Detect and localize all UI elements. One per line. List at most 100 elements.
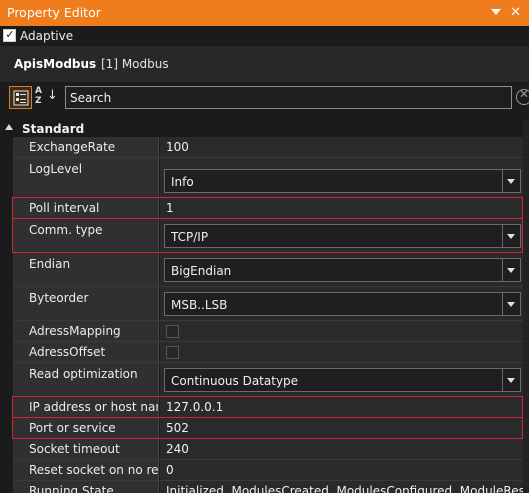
property-name: Endian <box>13 253 159 286</box>
adaptive-row: ✓ Adaptive <box>0 26 529 46</box>
combobox-value: Continuous Datatype <box>171 374 299 388</box>
categorized-view-button[interactable] <box>9 86 32 109</box>
property-value[interactable]: MSB..LSB <box>160 287 529 320</box>
property-value[interactable]: 1 <box>160 198 529 218</box>
clear-search-icon[interactable]: ✕ <box>516 87 529 105</box>
property-value-text: 240 <box>166 442 189 456</box>
search-placeholder: Search <box>70 91 112 105</box>
search-input[interactable]: Search <box>65 86 512 109</box>
property-name-text: ExchangeRate <box>29 140 116 154</box>
property-value[interactable]: Initialized, ModulesCreated, ModulesConf… <box>160 481 529 493</box>
property-value[interactable] <box>160 321 529 341</box>
property-value[interactable]: 100 <box>160 137 529 157</box>
property-name-text: AdressOffset <box>29 345 106 359</box>
close-icon[interactable]: ✕ <box>510 0 521 26</box>
property-name-text: Read optimization <box>29 367 138 381</box>
property-combobox[interactable]: Info <box>164 169 521 193</box>
property-combobox[interactable]: BigEndian <box>164 258 521 282</box>
property-name: AdressOffset <box>13 342 159 362</box>
property-row[interactable]: Reset socket on no res... 0 <box>13 460 529 481</box>
property-name-text: Comm. type <box>29 223 103 237</box>
check-icon: ✓ <box>5 28 15 41</box>
property-name-text: Byteorder <box>29 291 89 305</box>
property-row[interactable]: AdressMapping <box>13 321 529 342</box>
property-combobox[interactable]: TCP/IP <box>164 224 521 248</box>
property-name-text: Poll interval <box>29 201 100 215</box>
property-name: Read optimization <box>13 363 159 396</box>
property-row[interactable]: Running State Initialized, ModulesCreated… <box>13 481 529 493</box>
property-value-text: 502 <box>166 421 189 435</box>
property-value[interactable]: 502 <box>160 418 529 438</box>
property-value[interactable]: 127.0.0.1 <box>160 397 529 417</box>
property-checkbox[interactable] <box>166 325 179 338</box>
property-name: Port or service <box>13 418 159 438</box>
object-header: ApisModbus [1] Modbus <box>0 46 529 82</box>
vertical-scrollbar[interactable] <box>523 120 529 493</box>
sort-az-icon: AZ <box>35 86 42 106</box>
property-value[interactable]: TCP/IP <box>160 219 529 252</box>
window-title: Property Editor <box>7 5 101 20</box>
property-value[interactable]: Info <box>160 158 529 197</box>
collapse-icon[interactable] <box>5 124 13 130</box>
combobox-value: TCP/IP <box>171 230 209 244</box>
chevron-down-icon[interactable] <box>502 369 520 391</box>
chevron-down-icon[interactable] <box>502 225 520 247</box>
property-name-text: LogLevel <box>29 162 83 176</box>
property-value-text: 100 <box>166 140 189 154</box>
property-name: Socket timeout <box>13 439 159 459</box>
property-name: Reset socket on no res... <box>13 460 159 480</box>
property-row[interactable]: LogLevel Info <box>13 158 529 198</box>
property-value-text: 0 <box>166 463 174 477</box>
property-row[interactable]: ExchangeRate 100 <box>13 137 529 158</box>
property-name-text: AdressMapping <box>29 324 121 338</box>
object-name: ApisModbus <box>14 57 97 71</box>
property-row[interactable]: Comm. type TCP/IP <box>13 219 529 253</box>
property-name: ExchangeRate <box>13 137 159 157</box>
chevron-down-icon[interactable] <box>502 293 520 315</box>
property-name: Comm. type <box>13 219 159 252</box>
toolbar: AZ ↓ Search ✕ <box>0 82 529 114</box>
dropdown-arrow-icon[interactable] <box>491 9 501 15</box>
property-name-text: IP address or host name <box>29 400 158 414</box>
chevron-down-icon[interactable] <box>502 170 520 192</box>
property-combobox[interactable]: Continuous Datatype <box>164 368 521 392</box>
property-row[interactable]: AdressOffset <box>13 342 529 363</box>
property-name-text: Socket timeout <box>29 442 120 456</box>
property-row[interactable]: Socket timeout 240 <box>13 439 529 460</box>
combobox-value: BigEndian <box>171 264 232 278</box>
property-grid: Standard ExchangeRate 100 LogLevel Info Poll… <box>0 120 529 493</box>
property-row[interactable]: Endian BigEndian <box>13 253 529 287</box>
categorized-icon <box>13 90 29 106</box>
property-row[interactable]: Byteorder MSB..LSB <box>13 287 529 321</box>
property-value[interactable]: Continuous Datatype <box>160 363 529 396</box>
property-row[interactable]: IP address or host name 127.0.0.1 <box>13 397 529 418</box>
property-value-text: 127.0.0.1 <box>166 400 224 414</box>
property-row[interactable]: Port or service 502 <box>13 418 529 439</box>
alphabetical-sort-button[interactable]: AZ ↓ <box>34 86 58 109</box>
property-value-text: 1 <box>166 201 174 215</box>
property-name: LogLevel <box>13 158 159 197</box>
property-value[interactable]: 240 <box>160 439 529 459</box>
property-value[interactable] <box>160 342 529 362</box>
object-type: [1] Modbus <box>101 57 169 71</box>
category-title: Standard <box>22 122 85 136</box>
property-name: Running State <box>13 481 159 493</box>
adaptive-label: Adaptive <box>20 29 74 43</box>
chevron-down-icon[interactable] <box>502 259 520 281</box>
property-row[interactable]: Poll interval 1 <box>13 198 529 219</box>
title-bar: Property Editor ✕ <box>0 0 529 26</box>
property-name: IP address or host name <box>13 397 159 417</box>
property-name: AdressMapping <box>13 321 159 341</box>
property-row[interactable]: Read optimization Continuous Datatype <box>13 363 529 397</box>
combobox-value: Info <box>171 175 194 189</box>
property-checkbox[interactable] <box>166 346 179 359</box>
property-value[interactable]: BigEndian <box>160 253 529 286</box>
property-value-text: Initialized, ModulesCreated, ModulesConf… <box>166 484 529 493</box>
property-combobox[interactable]: MSB..LSB <box>164 292 521 316</box>
property-name: Byteorder <box>13 287 159 320</box>
adaptive-checkbox[interactable]: ✓ <box>3 28 16 42</box>
category-standard[interactable]: Standard <box>0 120 529 137</box>
property-value[interactable]: 0 <box>160 460 529 480</box>
property-name-text: Running State <box>29 484 114 493</box>
property-name-text: Endian <box>29 257 71 271</box>
